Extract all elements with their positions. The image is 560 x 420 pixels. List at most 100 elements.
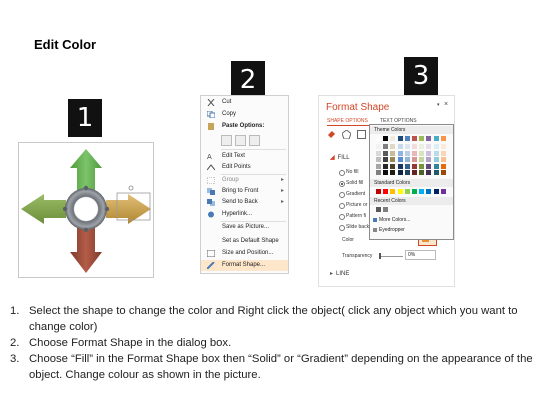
theme-shade-swatch[interactable] [404, 170, 410, 175]
theme-shade-swatch[interactable] [376, 144, 381, 149]
theme-shade-swatch[interactable] [412, 170, 417, 175]
pane-options-dropdown-icon[interactable]: ▾ [437, 102, 440, 108]
theme-color-swatch[interactable] [397, 136, 403, 141]
recent-color-swatch[interactable] [376, 207, 381, 212]
theme-shade-swatch[interactable] [390, 163, 396, 169]
theme-shade-swatch[interactable] [390, 170, 396, 175]
theme-shade-swatch[interactable] [433, 157, 439, 162]
theme-shade-swatch[interactable] [383, 144, 389, 149]
standard-color-swatch[interactable] [376, 189, 381, 194]
theme-shade-swatch[interactable] [397, 144, 403, 149]
menu-item-save-as-picture[interactable]: Save as Picture... [201, 222, 288, 233]
theme-shade-swatch[interactable] [426, 163, 432, 169]
four-arrows-diagram[interactable] [18, 142, 154, 278]
fill-section-header[interactable]: ◢ FILL [330, 154, 350, 161]
theme-shade-swatch[interactable] [397, 150, 403, 156]
rotate-handle[interactable] [128, 185, 134, 191]
pane-close-icon[interactable]: × [444, 101, 448, 108]
theme-shade-swatch[interactable] [440, 170, 446, 175]
standard-color-swatch[interactable] [426, 189, 432, 194]
more-colors-item[interactable]: More Colors... [373, 216, 410, 224]
standard-color-swatch[interactable] [419, 189, 425, 194]
transparency-input[interactable]: 0% [405, 250, 436, 260]
menu-item-format-shape[interactable]: Format Shape... [201, 260, 288, 271]
theme-shade-swatch[interactable] [426, 170, 432, 175]
effects-icon[interactable] [341, 129, 352, 140]
menu-item-bring-to-front[interactable]: Bring to Front ▸ [201, 186, 288, 197]
theme-shade-swatch[interactable] [433, 150, 439, 156]
paste-text-only-icon[interactable] [249, 135, 260, 146]
menu-item-set-default-shape[interactable]: Set as Default Shape [201, 236, 288, 247]
theme-shade-swatch[interactable] [426, 150, 432, 156]
theme-shade-swatch[interactable] [433, 163, 439, 169]
theme-shade-swatch[interactable] [419, 150, 425, 156]
arrow-down[interactable] [70, 228, 102, 273]
theme-shade-swatch[interactable] [440, 144, 446, 149]
paste-keep-source-icon[interactable] [221, 135, 232, 146]
arrow-left[interactable] [21, 194, 66, 224]
theme-shade-swatch[interactable] [419, 170, 425, 175]
theme-shade-swatch[interactable] [412, 163, 417, 169]
recent-color-swatch[interactable] [383, 207, 389, 212]
theme-shade-swatch[interactable] [397, 170, 403, 175]
theme-shade-swatch[interactable] [440, 163, 446, 169]
arrow-right[interactable] [106, 194, 151, 224]
paste-picture-icon[interactable] [235, 135, 246, 146]
standard-color-swatch[interactable] [383, 189, 389, 194]
size-properties-icon[interactable] [357, 130, 366, 139]
tab-shape-options[interactable]: SHAPE OPTIONS [327, 118, 368, 124]
theme-color-swatch[interactable] [390, 136, 396, 141]
fill-line-icon[interactable] [327, 130, 336, 139]
theme-color-swatch[interactable] [440, 136, 446, 141]
theme-shade-swatch[interactable] [426, 157, 432, 162]
standard-color-swatch[interactable] [397, 189, 403, 194]
theme-shade-swatch[interactable] [390, 157, 396, 162]
theme-shade-swatch[interactable] [419, 144, 425, 149]
theme-shade-swatch[interactable] [376, 163, 381, 169]
theme-color-swatch[interactable] [376, 136, 381, 141]
theme-shade-swatch[interactable] [440, 157, 446, 162]
theme-shade-swatch[interactable] [404, 157, 410, 162]
transparency-slider-handle[interactable] [379, 253, 381, 259]
theme-color-swatch[interactable] [404, 136, 410, 141]
theme-shade-swatch[interactable] [376, 150, 381, 156]
standard-color-swatch[interactable] [404, 189, 410, 194]
theme-shade-swatch[interactable] [433, 144, 439, 149]
theme-shade-swatch[interactable] [404, 144, 410, 149]
theme-shade-swatch[interactable] [376, 170, 381, 175]
standard-color-swatch[interactable] [433, 189, 439, 194]
menu-item-copy[interactable]: Copy [201, 109, 288, 120]
theme-shade-swatch[interactable] [419, 157, 425, 162]
theme-shade-swatch[interactable] [383, 157, 389, 162]
menu-item-hyperlink[interactable]: Hyperlink... [201, 209, 288, 220]
standard-color-swatch[interactable] [390, 189, 396, 194]
theme-shade-swatch[interactable] [412, 157, 417, 162]
menu-item-edit-points[interactable]: Edit Points [201, 162, 288, 173]
standard-color-swatch[interactable] [440, 189, 446, 194]
line-section-header[interactable]: ▸ LINE [330, 270, 349, 277]
theme-shade-swatch[interactable] [412, 144, 417, 149]
theme-shade-swatch[interactable] [397, 163, 403, 169]
theme-shade-swatch[interactable] [419, 163, 425, 169]
theme-shade-swatch[interactable] [376, 157, 381, 162]
theme-shade-swatch[interactable] [433, 170, 439, 175]
menu-item-group[interactable]: Group ▸ [201, 175, 288, 186]
theme-shade-swatch[interactable] [404, 163, 410, 169]
theme-color-swatch[interactable] [433, 136, 439, 141]
theme-shade-swatch[interactable] [383, 150, 389, 156]
theme-shade-swatch[interactable] [383, 163, 389, 169]
standard-color-swatch[interactable] [412, 189, 417, 194]
eyedropper-item[interactable]: Eyedropper [373, 226, 405, 234]
theme-shade-swatch[interactable] [440, 150, 446, 156]
theme-shade-swatch[interactable] [397, 157, 403, 162]
arrow-up[interactable] [70, 149, 102, 190]
theme-shade-swatch[interactable] [404, 150, 410, 156]
menu-item-send-to-back[interactable]: Send to Back ▸ [201, 197, 288, 208]
theme-color-swatch[interactable] [383, 136, 389, 141]
theme-shade-swatch[interactable] [390, 144, 396, 149]
menu-item-size-and-position[interactable]: Size and Position... [201, 248, 288, 259]
theme-shade-swatch[interactable] [412, 150, 417, 156]
theme-color-swatch[interactable] [419, 136, 425, 141]
theme-shade-swatch[interactable] [390, 150, 396, 156]
theme-color-swatch[interactable] [426, 136, 432, 141]
